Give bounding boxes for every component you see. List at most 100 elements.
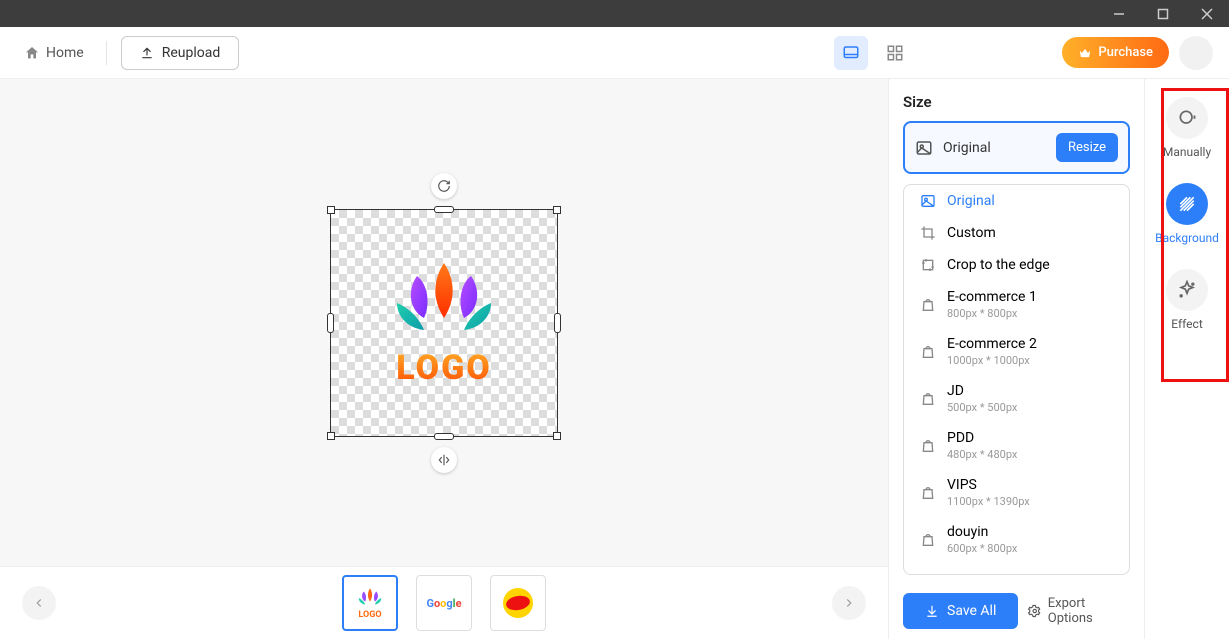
flip-handle[interactable] <box>431 447 457 473</box>
size-preset-list[interactable]: Original Custom Crop to the edge E-commerce… <box>903 184 1130 575</box>
resize-handle-tl[interactable] <box>327 206 335 214</box>
size-item-6[interactable]: PDD 480px * 480px <box>904 422 1129 469</box>
bag-icon <box>919 485 937 501</box>
close-button[interactable] <box>1193 0 1221 27</box>
size-item-dim: 1100px * 1390px <box>947 495 1030 508</box>
bag-icon <box>919 532 937 548</box>
image-icon <box>919 193 937 209</box>
resize-button[interactable]: Resize <box>1056 133 1118 162</box>
side-tabs: Manually Background Effect <box>1144 79 1229 639</box>
size-item-dim: 500px * 500px <box>947 401 1017 414</box>
size-item-7[interactable]: VIPS 1100px * 1390px <box>904 469 1129 516</box>
logo-text: LOGO <box>396 348 492 388</box>
thumb-1-label: LOGO <box>358 610 381 620</box>
top-toolbar: Home Reupload Purchase <box>0 27 1229 79</box>
size-item-label: PDD <box>947 430 1017 446</box>
size-item-dim: 480px * 480px <box>947 448 1017 461</box>
bag-icon <box>919 297 937 313</box>
crown-icon <box>1078 46 1092 60</box>
home-button[interactable]: Home <box>16 39 92 67</box>
next-image-button[interactable] <box>832 586 866 620</box>
bag-icon <box>919 344 937 360</box>
thumb-2[interactable]: Google <box>416 575 472 631</box>
bag-icon <box>919 391 937 407</box>
user-avatar[interactable] <box>1179 36 1213 70</box>
rotate-icon <box>437 179 451 193</box>
logo-graphic <box>369 258 519 348</box>
export-options-button[interactable]: Export Options <box>1028 596 1130 626</box>
chevron-right-icon <box>842 596 856 610</box>
minimize-button[interactable] <box>1105 0 1133 27</box>
tab-manually-label: Manually <box>1163 145 1211 159</box>
size-panel-title: Size <box>903 93 1130 111</box>
chevron-left-icon <box>32 596 46 610</box>
image-selection[interactable]: LOGO <box>330 209 558 437</box>
size-item-label: Crop to the edge <box>947 257 1050 273</box>
rotate-handle[interactable] <box>431 173 457 199</box>
window-titlebar <box>0 0 1229 27</box>
settings-icon <box>1028 604 1041 618</box>
resize-handle-br[interactable] <box>553 432 561 440</box>
resize-edge-right[interactable] <box>554 313 561 333</box>
thumb-1[interactable]: LOGO <box>342 575 398 631</box>
canvas-area: LOGO 100% <box>0 79 888 639</box>
thumb-3[interactable] <box>490 575 546 631</box>
current-size-label: Original <box>943 140 991 156</box>
tab-manually[interactable]: Manually <box>1159 97 1215 159</box>
size-item-label: VIPS <box>947 477 1030 493</box>
resize-edge-top[interactable] <box>434 206 454 213</box>
tab-effect[interactable]: Effect <box>1162 269 1212 331</box>
reupload-button[interactable]: Reupload <box>121 36 240 70</box>
tab-background-label: Background <box>1155 231 1219 245</box>
size-item-dim: 800px * 800px <box>947 307 1037 320</box>
size-item-label: Original <box>947 193 995 209</box>
home-label: Home <box>46 45 84 61</box>
manually-icon <box>1177 108 1197 128</box>
size-item-3[interactable]: E-commerce 1 800px * 800px <box>904 281 1129 328</box>
transparent-checker: LOGO <box>331 210 557 436</box>
size-item-label: douyin <box>947 524 1017 540</box>
size-panel: Size Original Resize Original Custom Crop … <box>888 79 1144 639</box>
home-icon <box>24 45 40 61</box>
grid-view-icon <box>886 44 904 62</box>
size-item-dim: 600px * 800px <box>947 542 1017 555</box>
current-size-row: Original Resize <box>903 121 1130 174</box>
purchase-label: Purchase <box>1098 45 1153 60</box>
size-item-label: E-commerce 1 <box>947 289 1037 305</box>
download-icon <box>925 604 939 618</box>
size-item-4[interactable]: E-commerce 2 1000px * 1000px <box>904 328 1129 375</box>
resize-handle-tr[interactable] <box>553 206 561 214</box>
tab-effect-label: Effect <box>1171 317 1203 331</box>
resize-edge-bottom[interactable] <box>434 433 454 440</box>
prev-image-button[interactable] <box>22 586 56 620</box>
resize-edge-left[interactable] <box>327 313 334 333</box>
size-item-8[interactable]: douyin 600px * 800px <box>904 516 1129 563</box>
toolbar-divider <box>106 41 107 65</box>
crop-edge-icon <box>919 257 937 273</box>
flip-icon <box>437 453 451 467</box>
size-item-2[interactable]: Crop to the edge <box>904 249 1129 281</box>
size-item-label: JD <box>947 383 1017 399</box>
upload-icon <box>140 46 154 60</box>
background-icon <box>1177 194 1197 214</box>
size-item-0[interactable]: Original <box>904 185 1129 217</box>
reupload-label: Reupload <box>162 45 221 61</box>
save-all-button[interactable]: Save All <box>903 593 1018 629</box>
size-item-5[interactable]: JD 500px * 500px <box>904 375 1129 422</box>
save-all-label: Save All <box>947 603 996 619</box>
maximize-button[interactable] <box>1149 0 1177 27</box>
single-view-icon <box>842 44 860 62</box>
size-item-dim: 1000px * 1000px <box>947 354 1037 367</box>
resize-handle-bl[interactable] <box>327 432 335 440</box>
size-item-label: Custom <box>947 225 996 241</box>
single-view-button[interactable] <box>834 36 868 70</box>
canvas-viewport[interactable]: LOGO <box>0 79 888 566</box>
image-icon <box>915 139 933 157</box>
size-item-1[interactable]: Custom <box>904 217 1129 249</box>
purchase-button[interactable]: Purchase <box>1062 37 1169 68</box>
grid-view-button[interactable] <box>878 36 912 70</box>
export-options-label: Export Options <box>1048 596 1130 626</box>
thumbnail-strip: LOGO Google <box>0 566 888 639</box>
size-item-label: E-commerce 2 <box>947 336 1037 352</box>
tab-background[interactable]: Background <box>1151 183 1223 245</box>
